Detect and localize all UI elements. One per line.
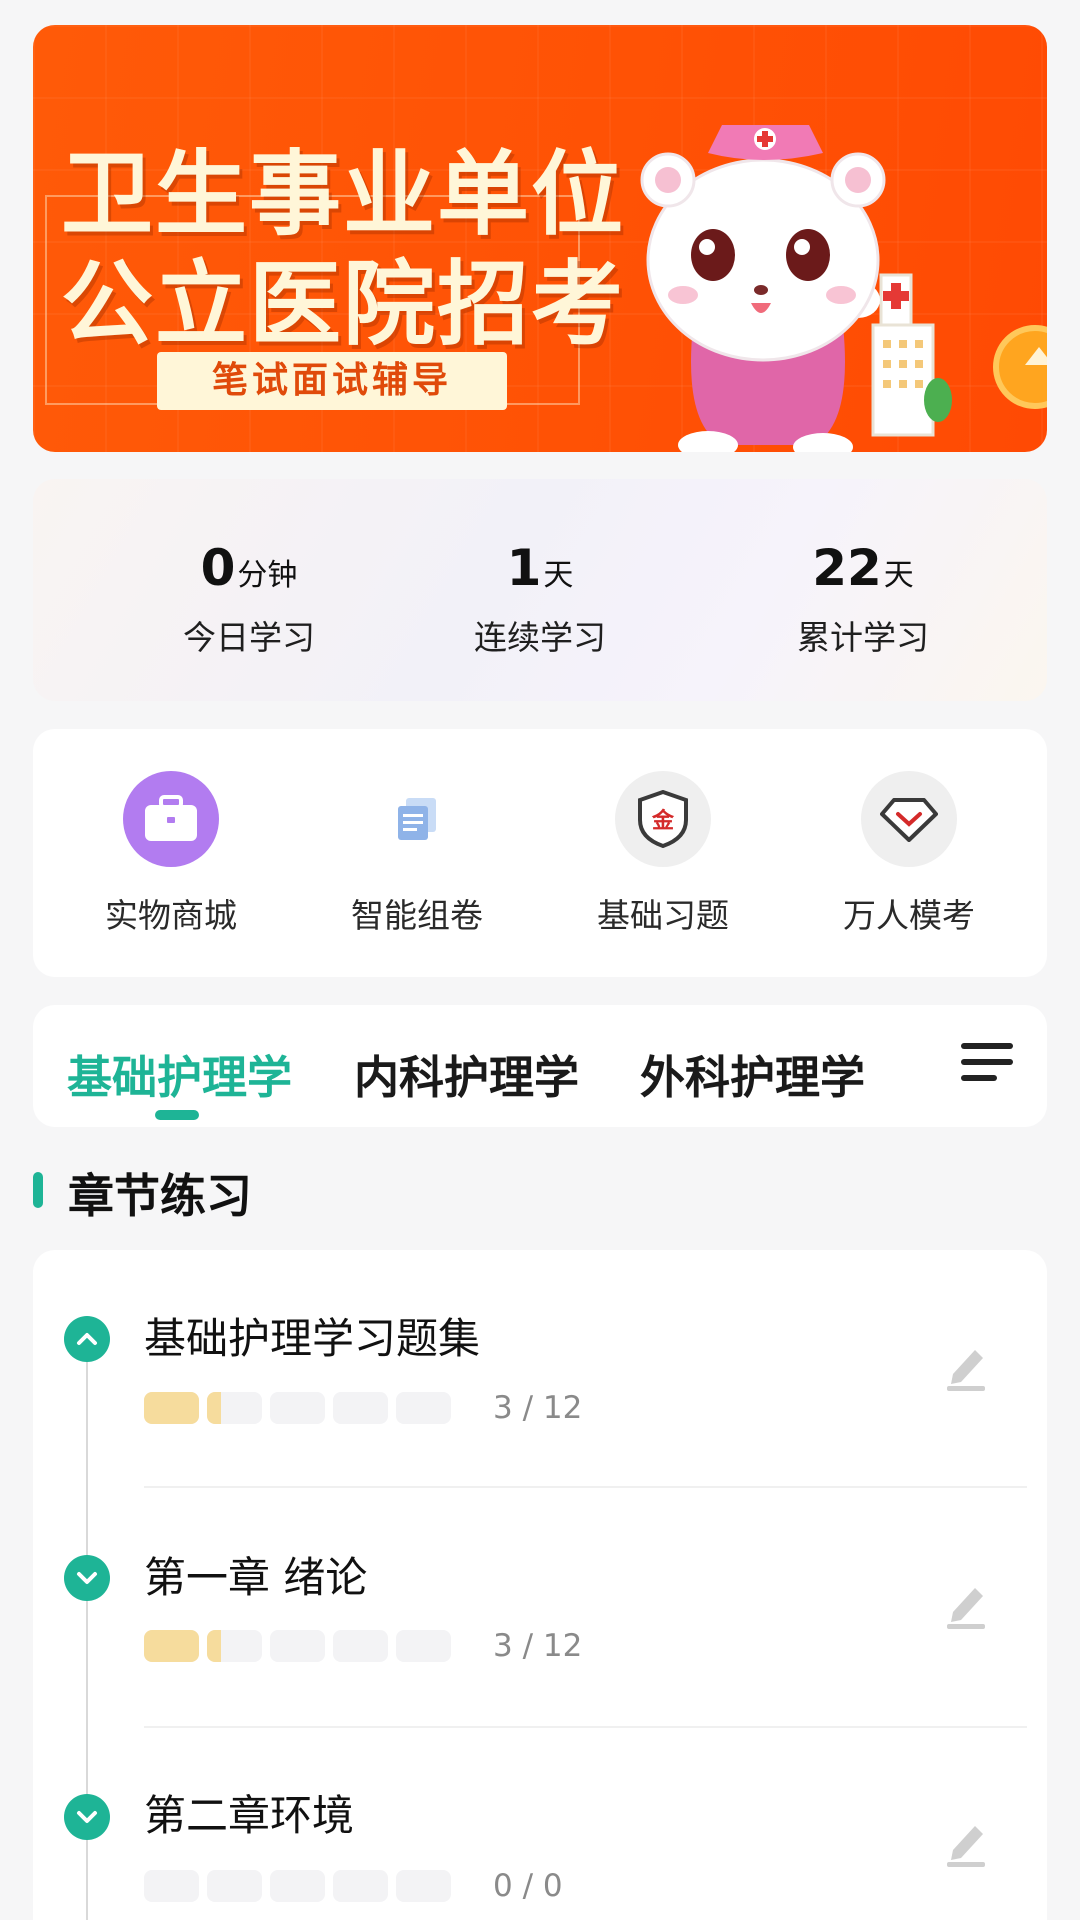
stat-today-unit: 分钟	[237, 558, 298, 593]
chapter-progress-bar	[144, 1870, 451, 1902]
stat-streak-unit: 天	[543, 558, 574, 593]
edit-icon[interactable]	[943, 1818, 989, 1868]
stat-streak-value: 1	[506, 539, 542, 597]
chapter-progress-bar	[144, 1392, 451, 1424]
progress-segment	[396, 1870, 451, 1902]
action-mall-label: 实物商城	[105, 896, 237, 935]
chevron-up-icon[interactable]	[64, 1316, 110, 1362]
tab-surgical-nursing[interactable]: 外科护理学	[640, 1041, 865, 1106]
chapter-count: 0 / 0	[493, 1868, 563, 1904]
briefcase-icon	[123, 771, 219, 867]
progress-segment	[270, 1870, 325, 1902]
banner-headline-line2: 公立医院招考	[61, 251, 626, 358]
chevron-down-icon[interactable]	[64, 1794, 110, 1840]
study-stats-card: 0分钟 今日学习 1天 连续学习 22天 累计学习	[33, 479, 1047, 701]
section-accent-bar	[33, 1172, 43, 1208]
quick-actions-card: 实物商城 智能组卷 金 基础习题 万人模考	[33, 729, 1047, 977]
action-basic-exercises[interactable]: 金 基础习题	[553, 771, 773, 937]
progress-segment	[144, 1630, 199, 1662]
action-mall[interactable]: 实物商城	[61, 771, 281, 937]
documents-icon	[369, 771, 465, 867]
gold-shield-icon: 金	[615, 771, 711, 867]
action-mock-exam[interactable]: 万人模考	[799, 771, 1019, 937]
progress-segment	[207, 1870, 262, 1902]
banner-subtitle: 笔试面试辅导	[157, 352, 507, 410]
stat-today: 0分钟 今日学习	[99, 539, 399, 659]
stat-total-label: 累计学习	[797, 618, 929, 657]
progress-segment	[207, 1392, 262, 1424]
chapter-title: 基础护理学习题集	[144, 1314, 481, 1363]
chapter-title: 第一章 绪论	[144, 1553, 368, 1602]
shield-glyph: 金	[651, 808, 675, 834]
progress-segment	[396, 1630, 451, 1662]
menu-icon[interactable]	[961, 1043, 1013, 1087]
chapter-item[interactable]: 第一章 绪论 3 / 12	[33, 1490, 1047, 1730]
chapter-title: 第二章环境	[144, 1791, 355, 1840]
active-tab-indicator	[155, 1110, 199, 1120]
chapter-count: 3 / 12	[493, 1628, 583, 1664]
stat-today-label: 今日学习	[183, 618, 315, 657]
diamond-icon	[861, 771, 957, 867]
progress-segment	[333, 1630, 388, 1662]
action-basic-exercises-label: 基础习题	[597, 896, 729, 935]
progress-segment	[207, 1630, 262, 1662]
action-mock-exam-label: 万人模考	[843, 896, 975, 935]
stat-total-unit: 天	[883, 558, 914, 593]
subject-tabs: 基础护理学 内科护理学 外科护理学	[33, 1005, 1047, 1127]
progress-segment	[396, 1392, 451, 1424]
promo-banner[interactable]: 卫生事业单位 公立医院招考 笔试面试辅导	[33, 25, 1047, 452]
stat-streak: 1天 连续学习	[390, 539, 690, 659]
progress-segment	[270, 1392, 325, 1424]
progress-segment	[270, 1630, 325, 1662]
chapter-count: 3 / 12	[493, 1390, 583, 1426]
edit-icon[interactable]	[943, 1580, 989, 1630]
chevron-down-icon[interactable]	[64, 1555, 110, 1601]
chapter-item[interactable]: 第二章环境 0 / 0	[33, 1730, 1047, 1920]
chapter-list: 基础护理学习题集 3 / 12 第一章 绪论 3 / 12 第二章环境 0 / …	[33, 1250, 1047, 1920]
action-smart-paper[interactable]: 智能组卷	[307, 771, 527, 937]
nurse-cat-mascot-icon	[640, 125, 952, 452]
edit-icon[interactable]	[943, 1342, 989, 1392]
progress-segment	[144, 1392, 199, 1424]
tab-basic-nursing[interactable]: 基础护理学	[67, 1041, 292, 1106]
stat-streak-label: 连续学习	[474, 618, 606, 657]
action-smart-paper-label: 智能组卷	[351, 896, 483, 935]
progress-segment	[333, 1392, 388, 1424]
divider	[144, 1726, 1027, 1728]
chapter-item[interactable]: 基础护理学习题集 3 / 12	[33, 1250, 1047, 1490]
section-title: 章节练习	[68, 1169, 252, 1223]
progress-segment	[333, 1870, 388, 1902]
stat-today-value: 0	[200, 539, 236, 597]
chapter-progress-bar	[144, 1630, 451, 1662]
stat-total-value: 22	[812, 539, 882, 597]
banner-headline-line1: 卫生事业单位	[61, 141, 626, 248]
progress-segment	[144, 1870, 199, 1902]
divider	[144, 1486, 1027, 1488]
banner-headline: 卫生事业单位 公立医院招考	[61, 140, 625, 360]
tab-internal-nursing[interactable]: 内科护理学	[354, 1041, 579, 1106]
stat-total: 22天 累计学习	[713, 539, 1013, 659]
